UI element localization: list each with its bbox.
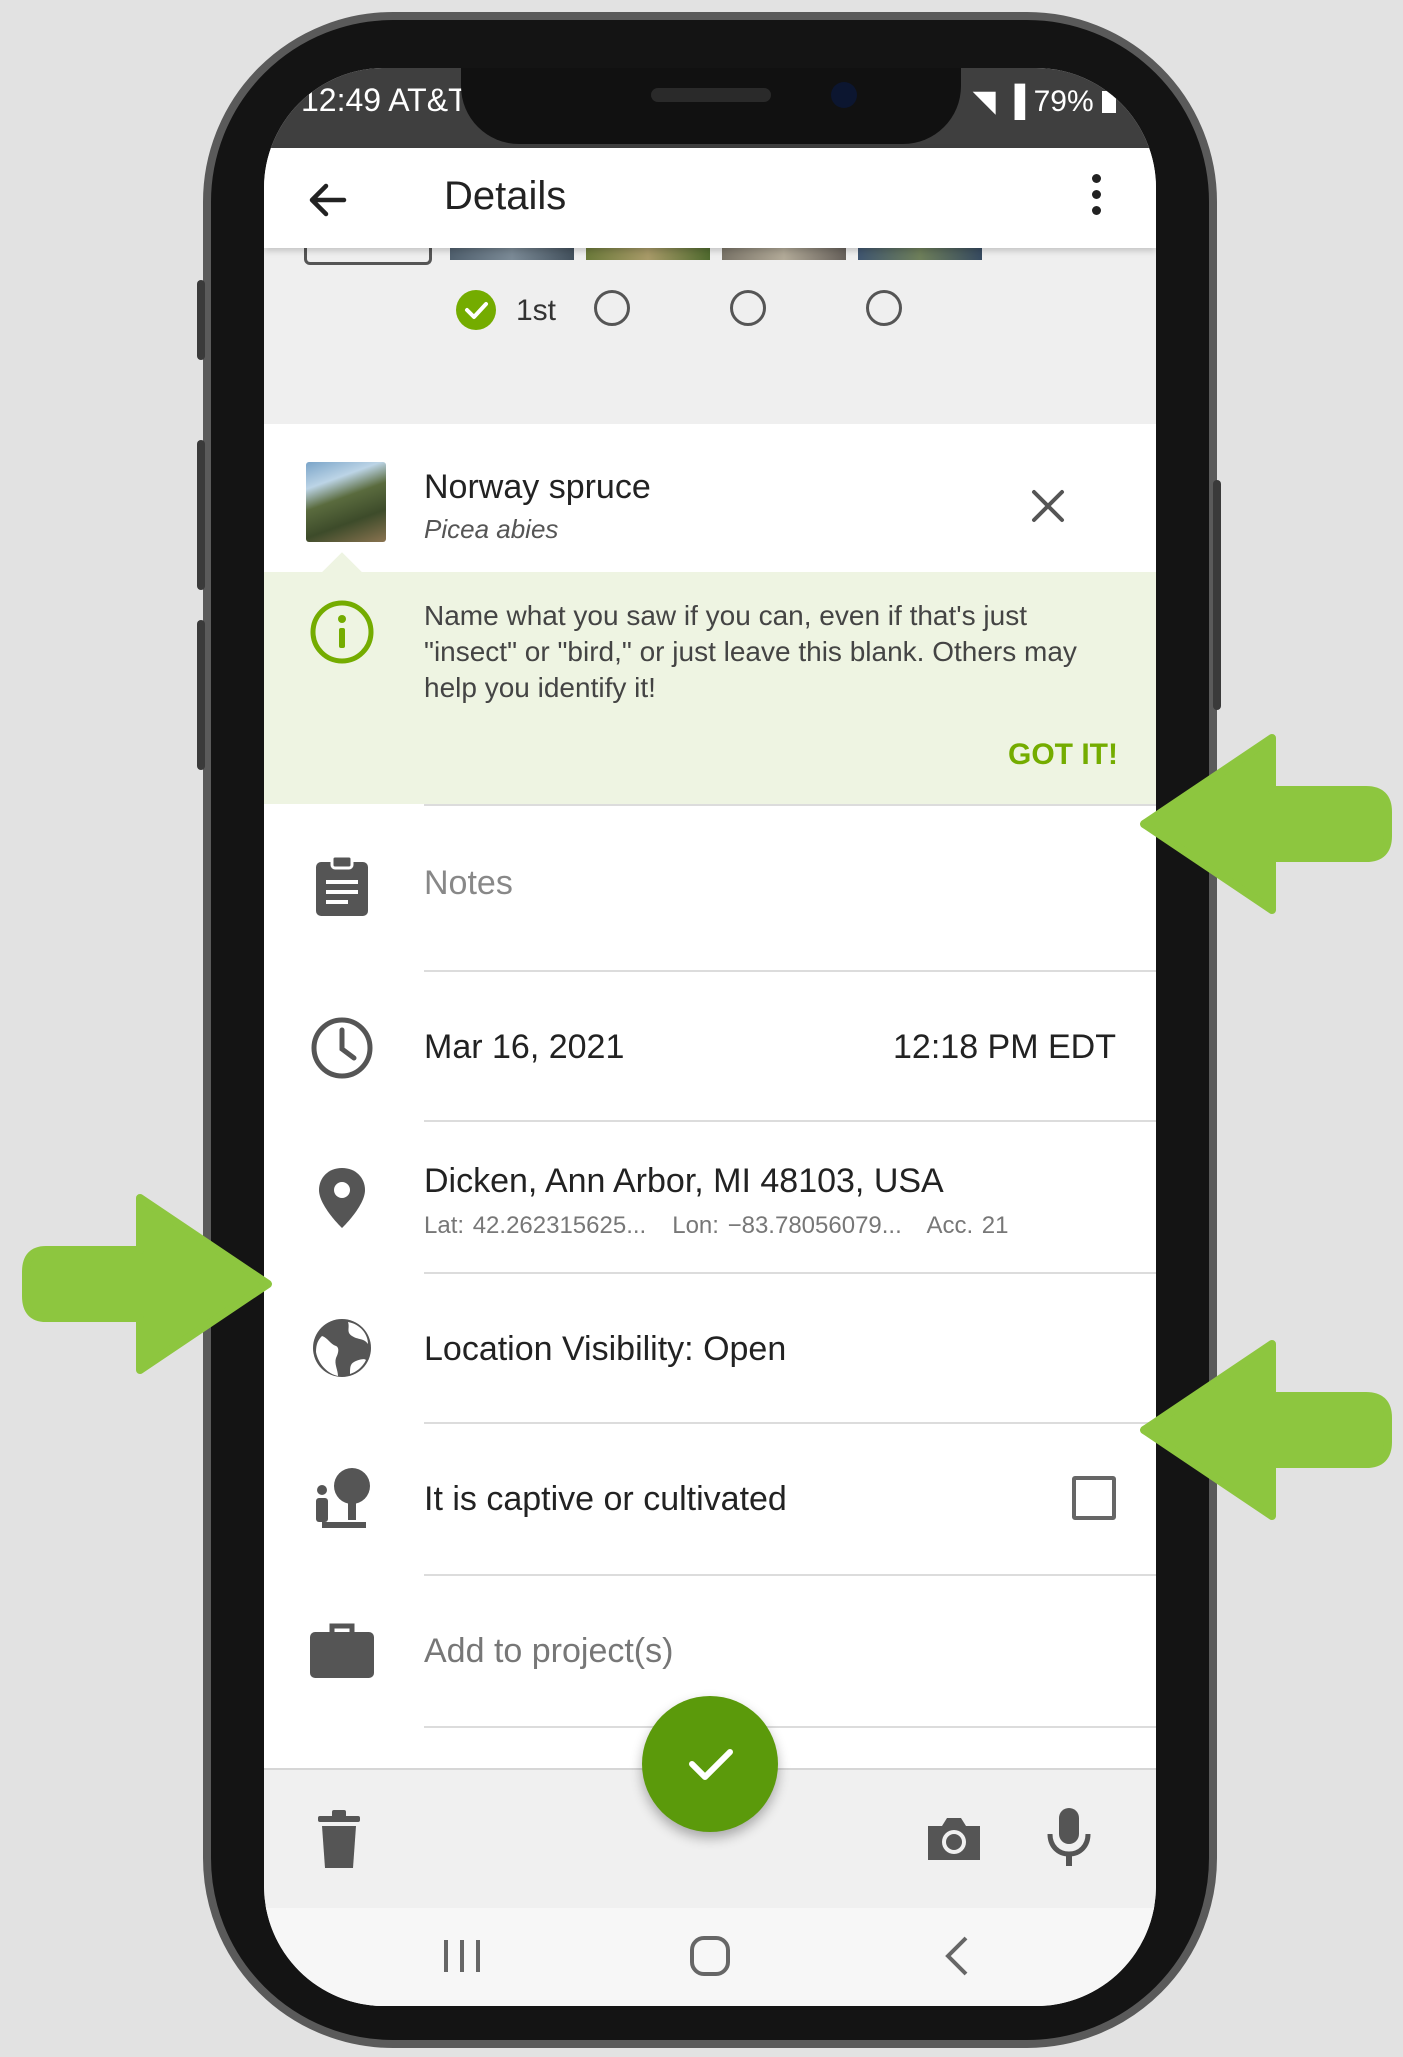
identification-tip: Name what you saw if you can, even if th… xyxy=(264,552,1156,804)
notes-field[interactable]: Notes xyxy=(424,864,513,903)
accuracy: Acc. 21 xyxy=(926,1212,1009,1239)
photo-thumbnail[interactable] xyxy=(722,248,846,260)
annotation-arrow-notes xyxy=(1140,734,1392,914)
globe-icon xyxy=(313,1319,371,1377)
latitude: Lat: 42.262315625... xyxy=(424,1212,647,1239)
clock-icon xyxy=(311,1017,373,1079)
location-row[interactable]: Dicken, Ann Arbor, MI 48103, USA Lat: 42… xyxy=(264,1122,1156,1274)
earpiece xyxy=(651,88,771,102)
first-photo-label: 1st xyxy=(516,294,557,327)
nav-back-icon[interactable] xyxy=(936,1934,980,1978)
location-coordinates: Lat: 42.262315625... Lon: −83.78056079..… xyxy=(424,1212,1009,1240)
back-arrow-icon[interactable] xyxy=(304,176,352,224)
location-pin-icon xyxy=(319,1168,365,1228)
add-to-projects[interactable]: Add to project(s) xyxy=(424,1632,673,1671)
clipboard-icon xyxy=(316,854,368,916)
captive-checkbox[interactable] xyxy=(1072,1476,1116,1520)
species-common-name: Norway spruce xyxy=(424,468,651,506)
camera-notch xyxy=(461,68,961,144)
battery-percent: 79% xyxy=(1033,85,1094,118)
briefcase-icon xyxy=(310,1623,374,1678)
wifi-icon: ◥ xyxy=(972,85,996,118)
system-nav-bar xyxy=(264,1908,1156,2006)
species-row[interactable]: Norway spruce Picea abies xyxy=(264,424,1156,572)
info-icon xyxy=(310,600,374,664)
observation-time[interactable]: 12:18 PM EDT xyxy=(893,1028,1116,1067)
overflow-menu-icon[interactable] xyxy=(1088,174,1104,220)
longitude: Lon: −83.78056079... xyxy=(672,1212,902,1239)
trash-icon[interactable] xyxy=(314,1810,364,1870)
close-icon[interactable] xyxy=(1028,486,1068,526)
status-time: 12:49 AT&T xyxy=(301,82,468,118)
observation-date[interactable]: Mar 16, 2021 xyxy=(424,1028,624,1067)
photo-radio[interactable] xyxy=(730,290,766,326)
checkmark-icon xyxy=(689,1749,733,1780)
annotation-arrow-visibility xyxy=(22,1194,272,1374)
app-bar: Details xyxy=(264,148,1156,248)
photo-radio[interactable] xyxy=(866,290,902,326)
microphone-icon[interactable] xyxy=(1044,1806,1094,1870)
species-scientific-name: Picea abies xyxy=(424,514,559,544)
photo-thumbnail[interactable] xyxy=(586,248,710,260)
tip-text: Name what you saw if you can, even if th… xyxy=(424,600,1077,703)
photo-thumbnail[interactable] xyxy=(450,248,574,260)
front-camera xyxy=(831,82,857,108)
home-icon[interactable] xyxy=(688,1934,732,1978)
annotation-arrow-captive xyxy=(1140,1340,1392,1520)
page-title: Details xyxy=(444,174,567,218)
species-photo xyxy=(306,462,386,542)
phone-side-button xyxy=(197,280,205,360)
app-screen: 12:49 AT&T ◥ ▐ 79% Details 1st Norway sp… xyxy=(264,68,1156,2006)
save-observation-button[interactable] xyxy=(642,1696,778,1832)
phone-volume-up xyxy=(197,440,205,590)
camera-icon[interactable] xyxy=(924,1814,984,1864)
notes-row[interactable]: Notes xyxy=(264,804,1156,972)
location-visibility-row[interactable]: Location Visibility: Open xyxy=(264,1274,1156,1424)
phone-power-button xyxy=(1213,480,1221,710)
cultivated-plant-icon xyxy=(316,1468,370,1528)
got-it-button[interactable]: GOT IT! xyxy=(1008,738,1118,772)
captive-row[interactable]: It is captive or cultivated xyxy=(264,1424,1156,1576)
captive-label: It is captive or cultivated xyxy=(424,1480,787,1518)
first-photo-check-icon[interactable] xyxy=(456,290,496,330)
status-indicators: ◥ ▐ 79% xyxy=(973,84,1116,119)
photo-strip: 1st xyxy=(264,238,1156,424)
phone-volume-down xyxy=(197,620,205,770)
date-time-row[interactable]: Mar 16, 2021 12:18 PM EDT xyxy=(264,972,1156,1122)
signal-icon: ▐ xyxy=(1004,85,1026,118)
status-bar: 12:49 AT&T ◥ ▐ 79% xyxy=(264,68,1156,148)
location-visibility-label: Location Visibility: Open xyxy=(424,1330,787,1368)
photo-radio[interactable] xyxy=(594,290,630,326)
photo-thumbnail[interactable] xyxy=(858,248,982,260)
battery-icon xyxy=(1102,91,1116,113)
recents-icon[interactable] xyxy=(440,1934,484,1978)
location-name: Dicken, Ann Arbor, MI 48103, USA xyxy=(424,1162,944,1200)
